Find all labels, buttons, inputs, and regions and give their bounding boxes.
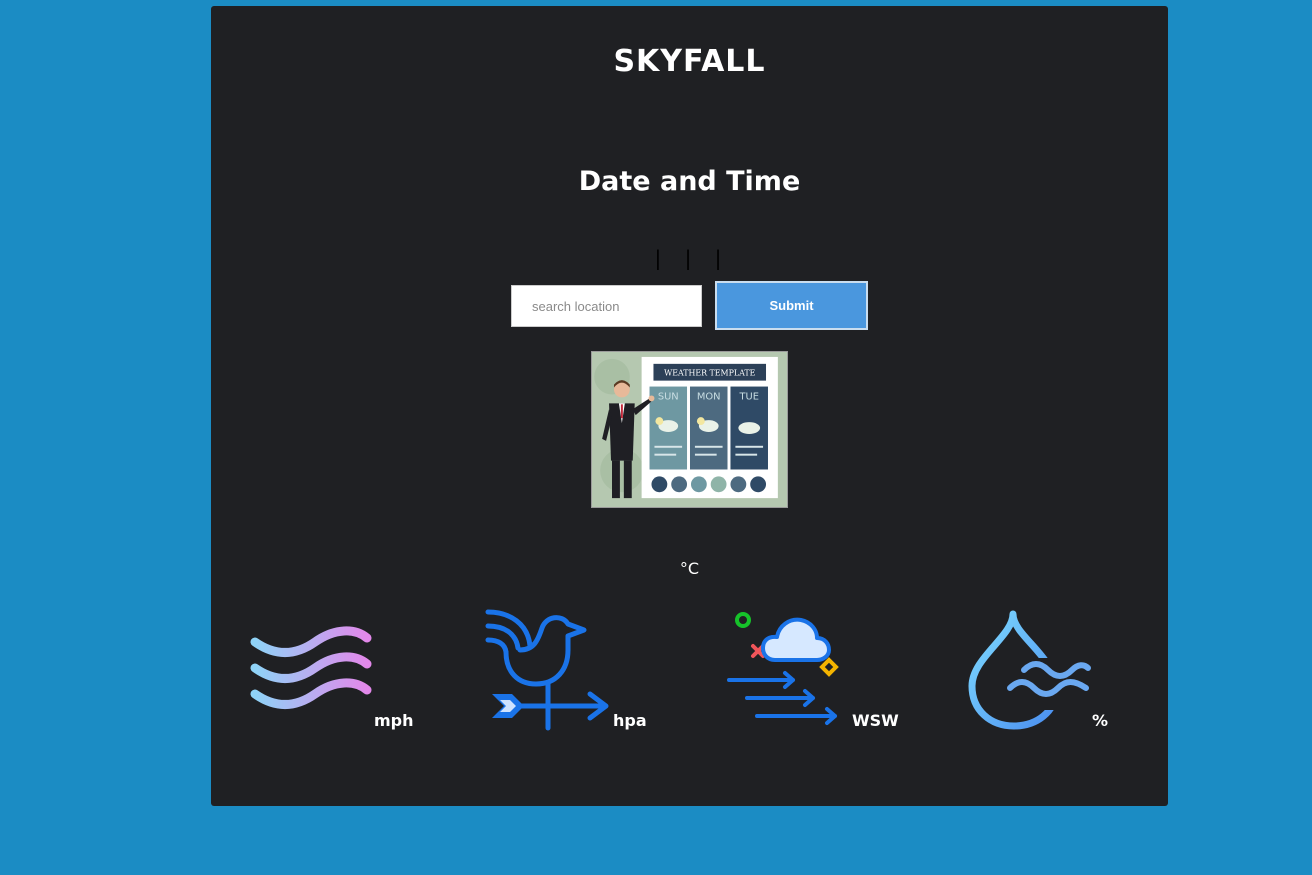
pressure-value: hpa xyxy=(613,711,647,730)
stat-pressure: hpa xyxy=(450,606,689,806)
wind-waves-icon xyxy=(250,626,372,709)
weather-stats: mph hpa WSW % xyxy=(211,606,1168,806)
date-time-value: | | | xyxy=(651,246,728,270)
water-drop-icon xyxy=(968,610,1094,730)
image-day-tue: TUE xyxy=(738,391,758,402)
search-location-input[interactable] xyxy=(511,285,702,327)
image-banner-text: WEATHER TEMPLATE xyxy=(664,369,756,378)
weather-illustration-image: WEATHER TEMPLATE SUN MON TUE xyxy=(591,351,788,508)
wind-direction-value: WSW xyxy=(852,711,899,730)
image-day-mon: MON xyxy=(697,391,721,402)
cloud-wind-icon xyxy=(727,612,839,725)
temperature-unit: °C xyxy=(679,559,700,578)
humidity-value: % xyxy=(1092,711,1109,730)
wind-speed-value: mph xyxy=(374,711,414,730)
stat-wind-speed: mph xyxy=(211,606,450,806)
date-time-heading: Date and Time xyxy=(578,166,801,197)
submit-button[interactable]: Submit xyxy=(715,281,868,330)
stat-humidity: % xyxy=(928,606,1167,806)
image-day-sun: SUN xyxy=(658,391,679,402)
weather-vane-icon xyxy=(485,609,609,731)
stat-wind-direction: WSW xyxy=(689,606,928,806)
app-card: SKYFALL Date and Time | | | Submit WEATH… xyxy=(211,6,1168,806)
app-title: SKYFALL xyxy=(613,44,766,79)
